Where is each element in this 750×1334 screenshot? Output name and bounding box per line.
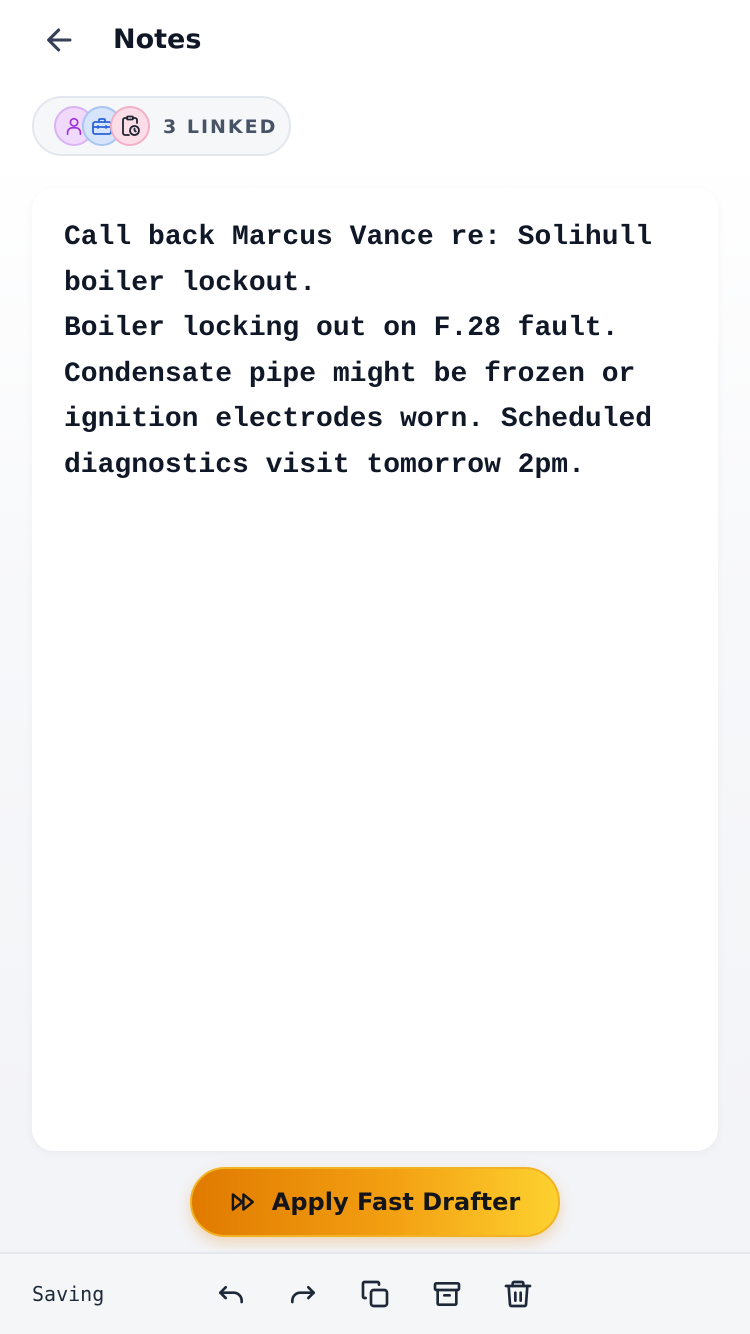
redo-button[interactable] (285, 1276, 321, 1312)
linked-task-avatar (110, 106, 150, 146)
archive-button[interactable] (429, 1276, 465, 1312)
apply-fast-drafter-button[interactable]: Apply Fast Drafter (190, 1167, 560, 1237)
archive-icon (431, 1278, 463, 1310)
apply-fast-drafter-label: Apply Fast Drafter (271, 1188, 521, 1216)
note-body-text[interactable]: Call back Marcus Vance re: Solihull boil… (64, 215, 694, 489)
linked-count-label: 3 LINKED (163, 116, 278, 138)
note-editor[interactable]: Call back Marcus Vance re: Solihull boil… (32, 188, 718, 1151)
trash-icon (502, 1278, 534, 1310)
undo-button[interactable] (213, 1276, 249, 1312)
save-status: Saving (32, 1282, 105, 1306)
arrow-left-icon (43, 23, 77, 57)
linked-items-chip[interactable]: 3 LINKED (32, 96, 291, 156)
delete-button[interactable] (500, 1276, 536, 1312)
page-title: Notes (113, 24, 202, 55)
back-button[interactable] (38, 20, 82, 60)
copy-icon (359, 1278, 391, 1310)
clipboard-clock-icon (118, 114, 142, 138)
undo-icon (215, 1278, 247, 1310)
bottom-toolbar: Saving (0, 1252, 750, 1334)
fast-forward-icon (230, 1188, 258, 1216)
header: Notes (0, 0, 750, 84)
redo-icon (287, 1278, 319, 1310)
copy-button[interactable] (357, 1276, 393, 1312)
